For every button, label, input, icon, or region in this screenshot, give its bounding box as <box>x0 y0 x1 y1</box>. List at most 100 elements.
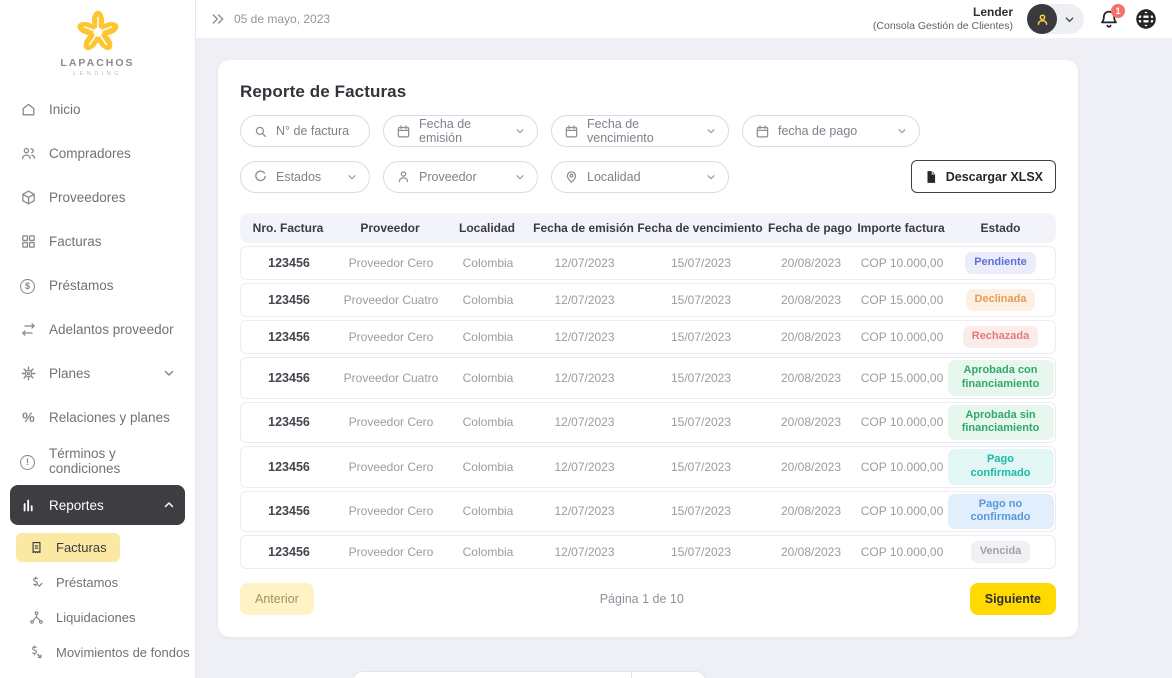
column-estado: Estado <box>945 221 1056 235</box>
sidebar-subitem-movimientos-de-fondos[interactable]: Movimientos de fondos <box>16 638 203 667</box>
page-title: Reporte de Facturas <box>240 82 1056 102</box>
document-icon <box>924 170 938 184</box>
calendar-icon <box>564 124 579 139</box>
sidebar-item-proveedores[interactable]: Proveedores <box>10 177 185 217</box>
sidebar-item-terminos-y-condiciones[interactable]: !Términos y condiciones <box>10 441 185 481</box>
notifications-button[interactable]: 1 <box>1098 8 1120 30</box>
table-row[interactable]: 123456 Proveedor Cero Colombia 12/07/202… <box>240 320 1056 354</box>
cell-importe-factura: COP 10.000,00 <box>858 504 946 518</box>
sidebar-nav: InicioCompradoresProveedoresFacturas$Pré… <box>0 89 195 678</box>
sidebar-item-relaciones-y-planes[interactable]: %Relaciones y planes <box>10 397 185 437</box>
column-fecha-de-vencimiento: Fecha de vencimiento <box>637 221 763 235</box>
cell-fecha-pago: 20/08/2023 <box>764 460 858 474</box>
sidebar-item-adelantos-proveedor[interactable]: Adelantos proveedor <box>10 309 185 349</box>
bottom-sheet-partial <box>352 671 706 678</box>
chevron-down-icon <box>163 367 175 379</box>
table-row[interactable]: 123456 Proveedor Cero Colombia 12/07/202… <box>240 491 1056 533</box>
cell-estado: Pendiente <box>946 252 1055 274</box>
double-chevron-right-icon[interactable] <box>210 11 226 27</box>
cell-nro-factura: 123456 <box>241 371 337 385</box>
sidebar-item-label: Términos y condiciones <box>49 446 175 476</box>
sidebar-item-facturas[interactable]: Facturas <box>10 221 185 261</box>
cell-nro-factura: 123456 <box>241 545 337 559</box>
cell-estado: Pago no confirmado <box>946 494 1055 530</box>
status-badge: Declinada <box>966 289 1036 311</box>
cell-proveedor: Proveedor Cuatro <box>337 371 445 385</box>
brand-name: LAPACHOS <box>0 57 195 69</box>
brand-logo: LAPACHOS LENDING <box>0 0 195 77</box>
cell-proveedor: Proveedor Cero <box>337 460 445 474</box>
chevron-down-icon <box>515 172 525 182</box>
sidebar-item-label: Compradores <box>49 146 131 161</box>
cell-localidad: Colombia <box>445 371 531 385</box>
search-icon <box>253 124 268 139</box>
cell-proveedor: Proveedor Cuatro <box>337 293 445 307</box>
sidebar-item-prestamos[interactable]: $Préstamos <box>10 265 185 305</box>
sidebar-subitem-liquidaciones[interactable]: Liquidaciones <box>16 603 149 632</box>
table-row[interactable]: 123456 Proveedor Cero Colombia 12/07/202… <box>240 246 1056 280</box>
invoice-receipt-icon <box>29 540 44 555</box>
cell-proveedor: Proveedor Cero <box>337 330 445 344</box>
download-xlsx-button[interactable]: Descargar XLSX <box>911 160 1056 193</box>
sidebar-item-compradores[interactable]: Compradores <box>10 133 185 173</box>
sidebar-subitem-aranceles-de-servicios[interactable]: Aranceles de servicios <box>16 673 199 678</box>
sidebar-item-inicio[interactable]: Inicio <box>10 89 185 129</box>
next-page-button[interactable]: Siguiente <box>970 583 1056 615</box>
previous-page-button[interactable]: Anterior <box>240 583 314 615</box>
chevron-up-icon <box>163 499 175 511</box>
buyers-icon <box>20 145 37 162</box>
sidebar-item-planes[interactable]: Planes <box>10 353 185 393</box>
filter-fecha-de-emision[interactable]: Fecha de emisión <box>383 115 538 147</box>
cell-fecha-pago: 20/08/2023 <box>764 415 858 429</box>
user-menu-button[interactable] <box>1027 4 1084 34</box>
cell-fecha-pago: 20/08/2023 <box>764 545 858 559</box>
gear-icon <box>20 365 37 382</box>
cell-fecha-pago: 20/08/2023 <box>764 256 858 270</box>
table-row[interactable]: 123456 Proveedor Cero Colombia 12/07/202… <box>240 402 1056 444</box>
filter-fecha-de-pago[interactable]: fecha de pago <box>742 115 920 147</box>
cell-importe-factura: COP 10.000,00 <box>858 460 946 474</box>
cell-fecha-vencimiento: 15/07/2023 <box>638 256 764 270</box>
cell-fecha-emision: 12/07/2023 <box>531 545 638 559</box>
language-globe-button[interactable] <box>1134 7 1158 31</box>
cell-importe-factura: COP 10.000,00 <box>858 545 946 559</box>
reportes-subnav: FacturasPréstamosLiquidacionesMovimiento… <box>0 527 195 678</box>
filter-fecha-de-vencimiento[interactable]: Fecha de vencimiento <box>551 115 729 147</box>
cell-fecha-vencimiento: 15/07/2023 <box>638 545 764 559</box>
cell-importe-factura: COP 10.000,00 <box>858 256 946 270</box>
filter-n-de-factura[interactable]: N° de factura <box>240 115 370 147</box>
cell-nro-factura: 123456 <box>241 504 337 518</box>
pagination: Anterior Página 1 de 10 Siguiente <box>240 583 1056 615</box>
home-icon <box>20 101 37 118</box>
filter-label: Fecha de emisión <box>419 117 507 145</box>
cell-nro-factura: 123456 <box>241 415 337 429</box>
cell-estado: Vencida <box>946 541 1055 563</box>
location-pin-icon <box>564 169 579 184</box>
cell-nro-factura: 123456 <box>241 293 337 307</box>
table-header: Nro. FacturaProveedorLocalidadFecha de e… <box>240 213 1056 243</box>
cell-fecha-emision: 12/07/2023 <box>531 460 638 474</box>
cell-localidad: Colombia <box>445 330 531 344</box>
topbar-right: Lender (Consola Gestión de Clientes) 1 <box>873 4 1158 34</box>
column-nro-factura: Nro. Factura <box>240 221 336 235</box>
table-row[interactable]: 123456 Proveedor Cero Colombia 12/07/202… <box>240 446 1056 488</box>
sidebar-item-reportes[interactable]: Reportes <box>10 485 185 525</box>
filter-estados[interactable]: Estados <box>240 161 370 193</box>
cell-fecha-vencimiento: 15/07/2023 <box>638 330 764 344</box>
status-badge: Aprobada con financiamiento <box>948 360 1054 396</box>
column-localidad: Localidad <box>444 221 530 235</box>
table-row[interactable]: 123456 Proveedor Cuatro Colombia 12/07/2… <box>240 357 1056 399</box>
cell-nro-factura: 123456 <box>241 460 337 474</box>
current-date: 05 de mayo, 2023 <box>234 12 330 26</box>
filter-proveedor[interactable]: Proveedor <box>383 161 538 193</box>
chevron-down-icon <box>515 126 525 136</box>
table-row[interactable]: 123456 Proveedor Cuatro Colombia 12/07/2… <box>240 283 1056 317</box>
cell-fecha-emision: 12/07/2023 <box>531 330 638 344</box>
sidebar-subitem-prestamos[interactable]: Préstamos <box>16 568 131 597</box>
lapachos-flower-icon <box>0 6 195 56</box>
filter-localidad[interactable]: Localidad <box>551 161 729 193</box>
sidebar-subitem-facturas[interactable]: Facturas <box>16 533 120 562</box>
role-name: Lender <box>873 5 1013 20</box>
column-proveedor: Proveedor <box>336 221 444 235</box>
table-row[interactable]: 123456 Proveedor Cero Colombia 12/07/202… <box>240 535 1056 569</box>
